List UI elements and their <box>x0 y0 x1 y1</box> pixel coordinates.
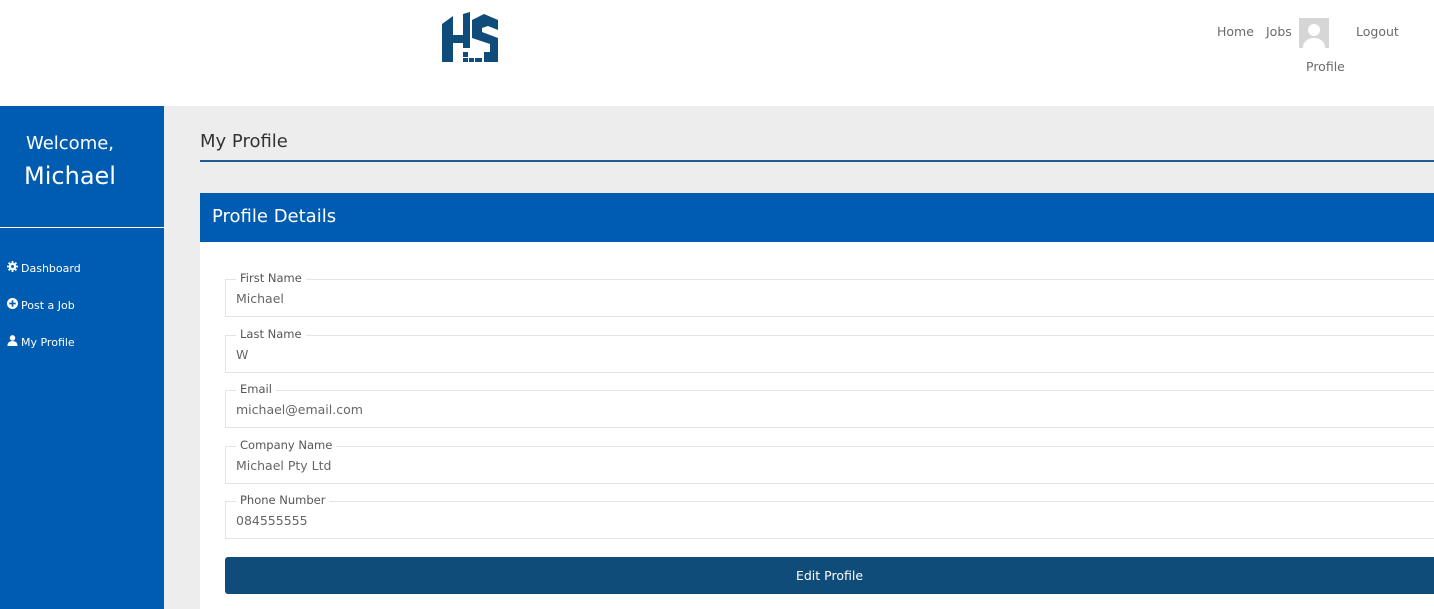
sidebar: Welcome, Michael Dashboard Post a Job My… <box>0 106 164 609</box>
field-value[interactable]: Michael Pty Ltd <box>236 458 331 473</box>
field-label: Phone Number <box>236 493 330 507</box>
profile-details-card: Profile Details First Name Michael Last … <box>200 193 1434 609</box>
field-value[interactable]: W <box>236 347 248 362</box>
field-label: First Name <box>236 271 306 285</box>
nav-jobs-link[interactable]: Jobs <box>1266 24 1292 39</box>
user-icon <box>7 335 18 349</box>
phone-number-field[interactable]: Phone Number 084555555 <box>225 493 1434 539</box>
field-value[interactable]: Michael <box>236 291 284 306</box>
sidebar-item-my-profile[interactable]: My Profile <box>7 335 75 349</box>
sidebar-item-post-job[interactable]: Post a Job <box>7 298 75 312</box>
gear-icon <box>7 261 18 275</box>
nav-logout-link[interactable]: Logout <box>1356 24 1399 39</box>
sidebar-item-label: Dashboard <box>21 261 81 275</box>
top-header: Home Jobs Logout Profile <box>0 0 1434 106</box>
user-avatar-icon[interactable] <box>1299 18 1329 48</box>
card-header: Profile Details <box>200 193 1434 242</box>
welcome-user-name: Michael <box>24 162 116 190</box>
email-field[interactable]: Email michael@email.com <box>225 382 1434 428</box>
field-label: Company Name <box>236 438 337 452</box>
page-title: My Profile <box>200 131 288 152</box>
first-name-field[interactable]: First Name Michael <box>225 271 1434 317</box>
title-divider <box>200 160 1434 162</box>
nav-profile-link[interactable]: Profile <box>1306 59 1345 74</box>
nav-home-link[interactable]: Home <box>1217 24 1254 39</box>
last-name-field[interactable]: Last Name W <box>225 327 1434 373</box>
main-content: My Profile Profile Details First Name Mi… <box>164 106 1434 609</box>
sidebar-divider <box>0 227 164 228</box>
edit-profile-button[interactable]: Edit Profile <box>225 557 1434 594</box>
field-value[interactable]: 084555555 <box>236 513 308 528</box>
sidebar-item-dashboard[interactable]: Dashboard <box>7 261 81 275</box>
field-value[interactable]: michael@email.com <box>236 402 363 417</box>
sidebar-item-label: My Profile <box>21 335 75 349</box>
field-label: Email <box>236 382 276 396</box>
plus-circle-icon <box>7 298 18 312</box>
field-label: Last Name <box>236 327 306 341</box>
welcome-label: Welcome, <box>25 133 115 154</box>
company-name-field[interactable]: Company Name Michael Pty Ltd <box>225 438 1434 484</box>
sidebar-item-label: Post a Job <box>21 298 75 312</box>
card-title: Profile Details <box>212 206 337 227</box>
hs-logo-icon[interactable] <box>440 12 500 64</box>
